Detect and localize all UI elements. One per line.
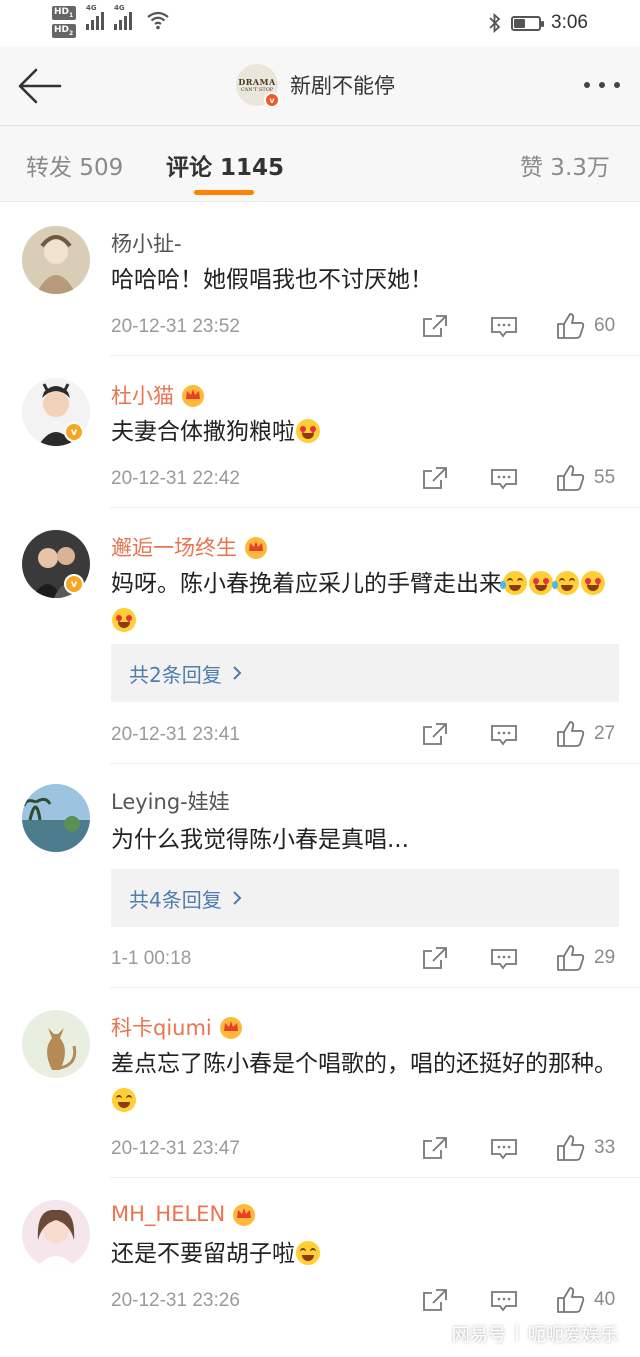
signal-icon-1: 4G bbox=[86, 4, 104, 30]
comment-author[interactable]: 杜小猫 bbox=[111, 380, 206, 410]
nav-bar: DRAMA CAN'T STOP v 新剧不能停 bbox=[0, 46, 640, 126]
like-icon[interactable] bbox=[556, 464, 586, 492]
tab-reposts[interactable]: 转发 509 bbox=[26, 148, 123, 182]
share-icon[interactable] bbox=[422, 314, 448, 338]
comment-icon[interactable] bbox=[490, 1138, 518, 1160]
tab-indicator bbox=[194, 190, 254, 195]
comment-time: 20-12-31 23:41 bbox=[111, 724, 240, 745]
like-icon[interactable] bbox=[556, 720, 586, 748]
comment-author[interactable]: Leying-娃娃 bbox=[111, 786, 230, 816]
comment-item: v 邂逅一场终生 妈呀。陈小春挽着应采儿的手臂走出来 共2条回复 20-12-3… bbox=[0, 508, 640, 764]
love-face-emoji-icon bbox=[296, 419, 320, 443]
comment-icon[interactable] bbox=[490, 948, 518, 970]
hd-badge-1: HD1 bbox=[52, 6, 76, 20]
like-icon[interactable] bbox=[556, 312, 586, 340]
verified-icon: v bbox=[64, 422, 84, 442]
vip-crown-icon bbox=[245, 537, 267, 559]
status-right: 3:06 bbox=[489, 12, 588, 34]
signal-icon-2: 4G bbox=[114, 4, 132, 30]
comment-icon[interactable] bbox=[490, 724, 518, 746]
comment-item: 杨小扯- 哈哈哈！她假唱我也不讨厌她！ 20-12-31 23:52 60 bbox=[0, 204, 640, 356]
comment-icon[interactable] bbox=[490, 1290, 518, 1312]
page-title: 新剧不能停 bbox=[290, 74, 395, 98]
comment-author[interactable]: 杨小扯- bbox=[111, 228, 182, 258]
wifi-icon bbox=[147, 11, 169, 30]
comment-item: 科卡qiumi 差点忘了陈小春是个唱歌的，唱的还挺好的那种。 20-12-31 … bbox=[0, 988, 640, 1178]
bluetooth-icon bbox=[489, 13, 501, 33]
comment-text: 夫妻合体撒狗粮啦 bbox=[111, 414, 623, 451]
like-count: 55 bbox=[594, 467, 616, 488]
view-replies-button[interactable]: 共2条回复 bbox=[111, 644, 619, 702]
share-icon[interactable] bbox=[422, 1288, 448, 1312]
comment-time: 20-12-31 22:42 bbox=[111, 468, 240, 489]
crying-laughing-emoji-icon bbox=[500, 571, 527, 595]
comment-text: 还是不要留胡子啦 bbox=[111, 1236, 623, 1273]
like-count: 27 bbox=[594, 723, 616, 744]
comment-actions: 40 bbox=[420, 1286, 620, 1316]
share-icon[interactable] bbox=[422, 466, 448, 490]
chevron-right-icon bbox=[233, 666, 242, 680]
like-count: 60 bbox=[594, 315, 616, 336]
account-avatar[interactable]: DRAMA CAN'T STOP v bbox=[236, 64, 280, 108]
laughing-emoji-icon bbox=[296, 1241, 320, 1265]
more-options-icon[interactable] bbox=[584, 82, 620, 88]
battery-icon bbox=[511, 15, 545, 31]
like-icon[interactable] bbox=[556, 1134, 586, 1162]
comment-time: 20-12-31 23:52 bbox=[111, 316, 240, 337]
status-time: 3:06 bbox=[551, 12, 588, 33]
avatar[interactable] bbox=[22, 784, 90, 852]
hd-badge-2: HD2 bbox=[52, 23, 76, 38]
verified-icon: v bbox=[264, 92, 280, 108]
watermark: 网易号 | 呃呃爱娱乐 bbox=[451, 1321, 618, 1346]
comment-actions: 27 bbox=[420, 720, 620, 750]
status-bar: HD1 HD2 4G 4G 3:06 bbox=[0, 0, 640, 46]
comment-time: 20-12-31 23:47 bbox=[111, 1138, 240, 1159]
comment-author[interactable]: 邂逅一场终生 bbox=[111, 532, 269, 562]
vip-crown-icon bbox=[233, 1204, 256, 1226]
back-arrow-icon[interactable] bbox=[16, 66, 62, 106]
avatar[interactable] bbox=[22, 1200, 90, 1268]
comment-time: 1-1 00:18 bbox=[111, 948, 192, 969]
comment-actions: 55 bbox=[420, 464, 620, 494]
comment-icon[interactable] bbox=[490, 468, 518, 490]
comment-time: 20-12-31 23:26 bbox=[111, 1290, 240, 1311]
view-replies-button[interactable]: 共4条回复 bbox=[111, 869, 619, 927]
comment-text: 妈呀。陈小春挽着应采儿的手臂走出来 bbox=[111, 566, 623, 640]
laughing-emoji-icon bbox=[112, 1088, 136, 1112]
nav-account[interactable]: DRAMA CAN'T STOP v 新剧不能停 bbox=[236, 64, 395, 108]
comment-author[interactable]: 科卡qiumi bbox=[111, 1012, 244, 1042]
share-icon[interactable] bbox=[422, 946, 448, 970]
like-count: 29 bbox=[594, 947, 616, 968]
vip-crown-icon bbox=[182, 385, 204, 407]
heart-eyes-emoji-icon bbox=[529, 571, 553, 595]
like-count: 33 bbox=[594, 1137, 616, 1158]
share-icon[interactable] bbox=[422, 1136, 448, 1160]
heart-eyes-emoji-icon bbox=[112, 608, 136, 632]
share-icon[interactable] bbox=[422, 722, 448, 746]
chevron-right-icon bbox=[233, 891, 242, 905]
comment-text: 哈哈哈！她假唱我也不讨厌她！ bbox=[111, 267, 433, 293]
avatar[interactable] bbox=[22, 226, 90, 294]
vip-crown-icon bbox=[219, 1017, 242, 1039]
comment-icon[interactable] bbox=[490, 316, 518, 338]
crying-laughing-emoji-icon bbox=[552, 571, 579, 595]
tab-bar: 转发 509 评论 1145 赞 3.3万 bbox=[0, 126, 640, 202]
comment-actions: 60 bbox=[420, 312, 620, 342]
comment-item: v 杜小猫 夫妻合体撒狗粮啦 20-12-31 22:42 55 bbox=[0, 356, 640, 508]
comment-text: 差点忘了陈小春是个唱歌的，唱的还挺好的那种。 bbox=[111, 1046, 623, 1120]
like-icon[interactable] bbox=[556, 944, 586, 972]
comment-item: Leying-娃娃 为什么我觉得陈小春是真唱... 共4条回复 1-1 00:1… bbox=[0, 764, 640, 988]
verified-icon: v bbox=[64, 574, 84, 594]
comment-actions: 33 bbox=[420, 1134, 620, 1164]
comment-author[interactable]: MH_HELEN bbox=[111, 1202, 257, 1226]
status-left: HD1 HD2 4G 4G bbox=[52, 4, 170, 40]
tab-likes[interactable]: 赞 3.3万 bbox=[520, 148, 610, 182]
comment-actions: 29 bbox=[420, 944, 620, 974]
like-icon[interactable] bbox=[556, 1286, 586, 1314]
like-count: 40 bbox=[594, 1289, 616, 1310]
heart-eyes-emoji-icon bbox=[581, 571, 605, 595]
comment-text: 为什么我觉得陈小春是真唱... bbox=[111, 827, 409, 853]
tab-comments[interactable]: 评论 1145 bbox=[166, 148, 284, 182]
avatar[interactable] bbox=[22, 1010, 90, 1078]
